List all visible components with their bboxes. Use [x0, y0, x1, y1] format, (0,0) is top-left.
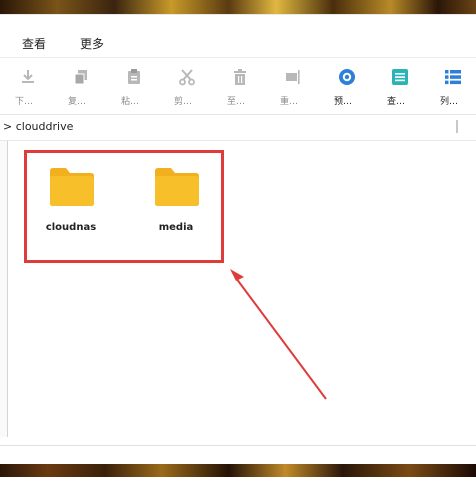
annotation-arrow [230, 269, 327, 400]
desktop-background-top [0, 0, 476, 14]
desktop-background-bottom [0, 463, 476, 477]
file-manager-window: 查看 更多 下… 复… 粘… 剪… 至… 重… 预… 查… 列… > cloud… [0, 14, 476, 464]
